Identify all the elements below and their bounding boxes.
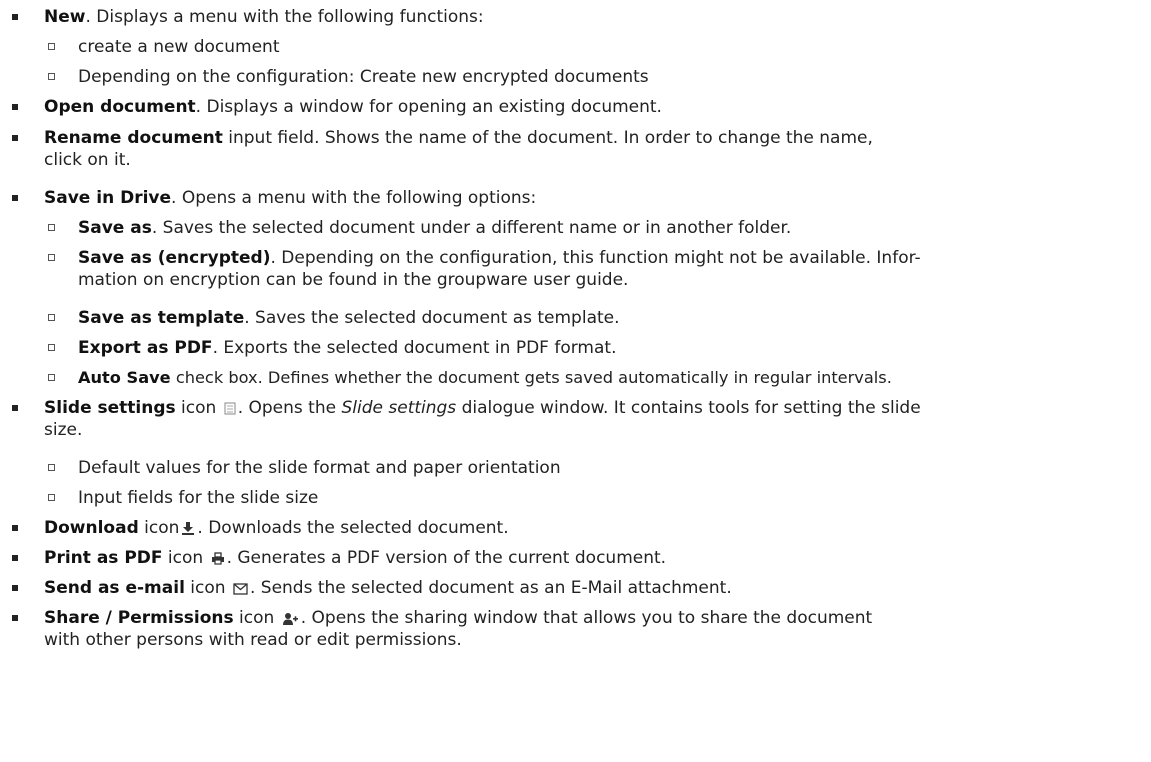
term: New xyxy=(44,7,86,27)
description: Default values for the slide format and … xyxy=(78,458,561,478)
sub-item-save-as: Save as. Saves the selected document und… xyxy=(48,217,792,239)
term: Slide settings xyxy=(44,398,176,418)
sub-bullet xyxy=(48,73,55,80)
description: check box. Defines whether the document … xyxy=(170,368,892,387)
sub-item-auto-save: Auto Save check box. Defines whether the… xyxy=(48,367,892,389)
sub-item-save-as-encrypted: Save as (encrypted). Depending on the co… xyxy=(48,247,921,269)
term: Share / Permissions xyxy=(44,608,234,628)
list-item-share-permissions: Share / Permissions icon . Opens the sha… xyxy=(12,607,873,629)
description: . Saves the selected document as templat… xyxy=(244,308,620,328)
sub-item: Default values for the slide format and … xyxy=(48,457,561,479)
list-item-save-in-drive: Save in Drive. Opens a menu with the fol… xyxy=(12,187,537,209)
sub-item-save-as-template: Save as template. Saves the selected doc… xyxy=(48,307,620,329)
continuation: mation on encryption can be found in the… xyxy=(78,270,629,290)
bullet xyxy=(12,405,18,411)
continuation: size. xyxy=(44,420,83,440)
sub-bullet xyxy=(48,43,55,50)
term: Print as PDF xyxy=(44,548,163,568)
term: Save as template xyxy=(78,308,245,328)
term: Save as xyxy=(78,218,152,238)
text-fragment: . Opens the sharing window that allows y… xyxy=(300,608,873,628)
sub-bullet xyxy=(48,464,55,471)
list-item-slide-settings: Slide settings icon . Opens the Slide se… xyxy=(12,397,921,419)
dialog-name: Slide settings xyxy=(341,398,457,418)
description: Input fields for the slide size xyxy=(78,488,319,508)
print-icon xyxy=(211,552,224,565)
term: Auto Save xyxy=(78,368,171,387)
share-user-icon xyxy=(282,613,298,625)
list-item-new: New. Displays a menu with the following … xyxy=(12,6,484,28)
continuation: with other persons with read or edit per… xyxy=(44,630,462,650)
download-icon xyxy=(182,522,195,535)
sub-bullet xyxy=(48,254,55,261)
text-fragment: . Generates a PDF version of the current… xyxy=(226,548,667,568)
envelope-icon xyxy=(233,583,248,595)
term: Download xyxy=(44,518,139,538)
description: Depending on the configuration: Create n… xyxy=(78,67,649,87)
slide-settings-icon xyxy=(224,402,236,415)
bullet xyxy=(12,14,18,20)
bullet xyxy=(12,555,18,561)
description: . Exports the selected document in PDF f… xyxy=(212,338,617,358)
sub-item: Depending on the configuration: Create n… xyxy=(48,66,649,88)
term: Open document xyxy=(44,97,196,117)
sub-item-export-as-pdf: Export as PDF. Exports the selected docu… xyxy=(48,337,617,359)
list-item-download: Download icon . Downloads the selected do… xyxy=(12,517,509,539)
bullet xyxy=(12,104,18,110)
bullet xyxy=(12,195,18,201)
continuation: click on it. xyxy=(44,150,131,170)
sub-item: create a new document xyxy=(48,36,280,58)
sub-bullet xyxy=(48,224,55,231)
text-fragment: icon xyxy=(233,608,280,628)
text-fragment: icon xyxy=(138,518,180,538)
sub-item: Input fields for the slide size xyxy=(48,487,319,509)
term: Save as (encrypted) xyxy=(78,248,271,268)
bullet xyxy=(12,585,18,591)
sub-bullet xyxy=(48,374,55,381)
description: . Displays a menu with the following fun… xyxy=(85,7,484,27)
list-item-open-document: Open document. Displays a window for ope… xyxy=(12,96,662,118)
description: . Opens a menu with the following option… xyxy=(171,188,537,208)
bullet xyxy=(12,525,18,531)
bullet xyxy=(12,615,18,621)
term: Save in Drive xyxy=(44,188,172,208)
text-fragment: . Opens the xyxy=(237,398,342,418)
list-item-print-as-pdf: Print as PDF icon . Generates a PDF vers… xyxy=(12,547,667,569)
text-fragment: icon xyxy=(162,548,209,568)
bullet xyxy=(12,135,18,141)
term: Send as e-mail xyxy=(44,578,185,598)
text-fragment: . Downloads the selected document. xyxy=(197,518,509,538)
document-page: New. Displays a menu with the following … xyxy=(0,0,1151,762)
sub-bullet xyxy=(48,344,55,351)
sub-bullet xyxy=(48,494,55,501)
text-fragment: . Sends the selected document as an E-Ma… xyxy=(249,578,732,598)
list-item-rename-document: Rename document input field. Shows the n… xyxy=(12,127,873,149)
text-fragment: icon xyxy=(184,578,231,598)
description: . Displays a window for opening an exist… xyxy=(195,97,662,117)
term: Export as PDF xyxy=(78,338,213,358)
description: input field. Shows the name of the docum… xyxy=(222,128,873,148)
description: dialogue window. It contains tools for s… xyxy=(456,398,921,418)
text-fragment: icon xyxy=(175,398,222,418)
description: . Depending on the configuration, this f… xyxy=(270,248,921,268)
list-item-send-as-email: Send as e-mail icon . Sends the selected… xyxy=(12,577,732,599)
sub-bullet xyxy=(48,314,55,321)
description: create a new document xyxy=(78,37,280,57)
term: Rename document xyxy=(44,128,223,148)
description: . Saves the selected document under a di… xyxy=(151,218,792,238)
